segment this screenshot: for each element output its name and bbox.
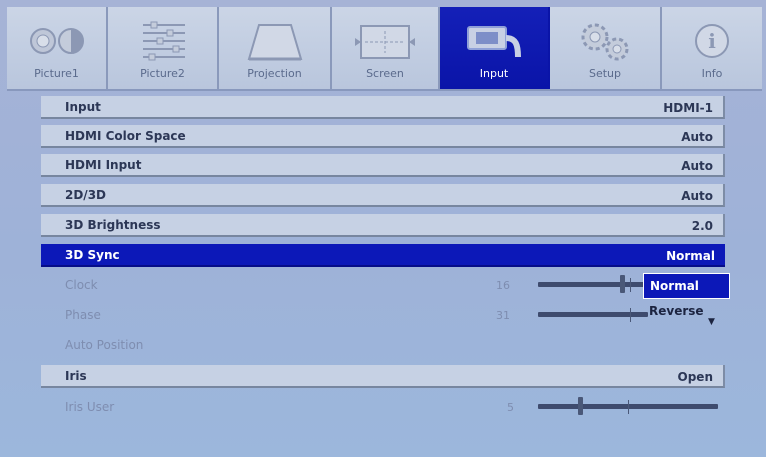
row-value: Auto <box>681 189 713 203</box>
row-label: Input <box>65 100 101 114</box>
row-value: Open <box>677 370 713 384</box>
slider-tick <box>630 308 631 322</box>
row-value: 2.0 <box>691 219 713 233</box>
sync-dropdown[interactable]: Normal Reverse ▼ <box>643 273 730 327</box>
menu-row-hdmi-input[interactable]: HDMI Input Auto <box>41 154 725 177</box>
iris-user-value: 5 <box>507 401 514 414</box>
menu-row-auto-position: Auto Position <box>41 334 725 357</box>
menu-row-iris[interactable]: Iris Open <box>41 365 725 388</box>
menu-row-iris-user: Iris User 5 <box>41 396 725 419</box>
row-label: 3D Sync <box>65 248 120 262</box>
row-label: 2D/3D <box>65 188 107 202</box>
clock-value: 16 <box>496 279 510 292</box>
menu-row-clock: Clock 16 <box>41 274 725 297</box>
slider-track <box>538 312 648 317</box>
slider-knob <box>578 397 583 415</box>
slider-knob <box>620 275 625 293</box>
phase-value: 31 <box>496 309 510 322</box>
menu-row-phase: Phase 31 <box>41 304 725 327</box>
projector-osd: Picture1 Picture2 Projection Screen Inpu… <box>0 0 766 457</box>
phase-slider <box>538 304 648 326</box>
slider-tick <box>630 278 631 292</box>
menu-row-hdmi-color-space[interactable]: HDMI Color Space Auto <box>41 125 725 148</box>
menu-row-input[interactable]: Input HDMI-1 <box>41 96 725 119</box>
menu-row-2d3d[interactable]: 2D/3D Auto <box>41 184 725 207</box>
iris-user-slider <box>538 396 718 418</box>
slider-track <box>538 282 648 287</box>
row-label: Phase <box>65 308 101 322</box>
chevron-down-icon: ▼ <box>708 317 715 327</box>
menu-row-3d-brightness[interactable]: 3D Brightness 2.0 <box>41 214 725 237</box>
row-value: Auto <box>681 159 713 173</box>
dropdown-option-reverse[interactable]: Reverse <box>643 299 730 323</box>
row-label: HDMI Color Space <box>65 129 186 143</box>
menu-row-3d-sync[interactable]: 3D Sync Normal <box>41 244 725 267</box>
row-value: Normal <box>666 249 715 263</box>
row-label: Clock <box>65 278 98 292</box>
slider-tick <box>628 400 629 414</box>
row-label: 3D Brightness <box>65 218 161 232</box>
row-label: Auto Position <box>65 338 144 352</box>
input-menu: Input HDMI-1 HDMI Color Space Auto HDMI … <box>0 0 766 457</box>
row-value: Auto <box>681 130 713 144</box>
row-label: Iris User <box>65 400 115 414</box>
row-label: Iris <box>65 369 87 383</box>
row-label: HDMI Input <box>65 158 142 172</box>
dropdown-option-normal[interactable]: Normal <box>643 273 730 299</box>
clock-slider <box>538 274 648 296</box>
row-value: HDMI-1 <box>663 101 713 115</box>
